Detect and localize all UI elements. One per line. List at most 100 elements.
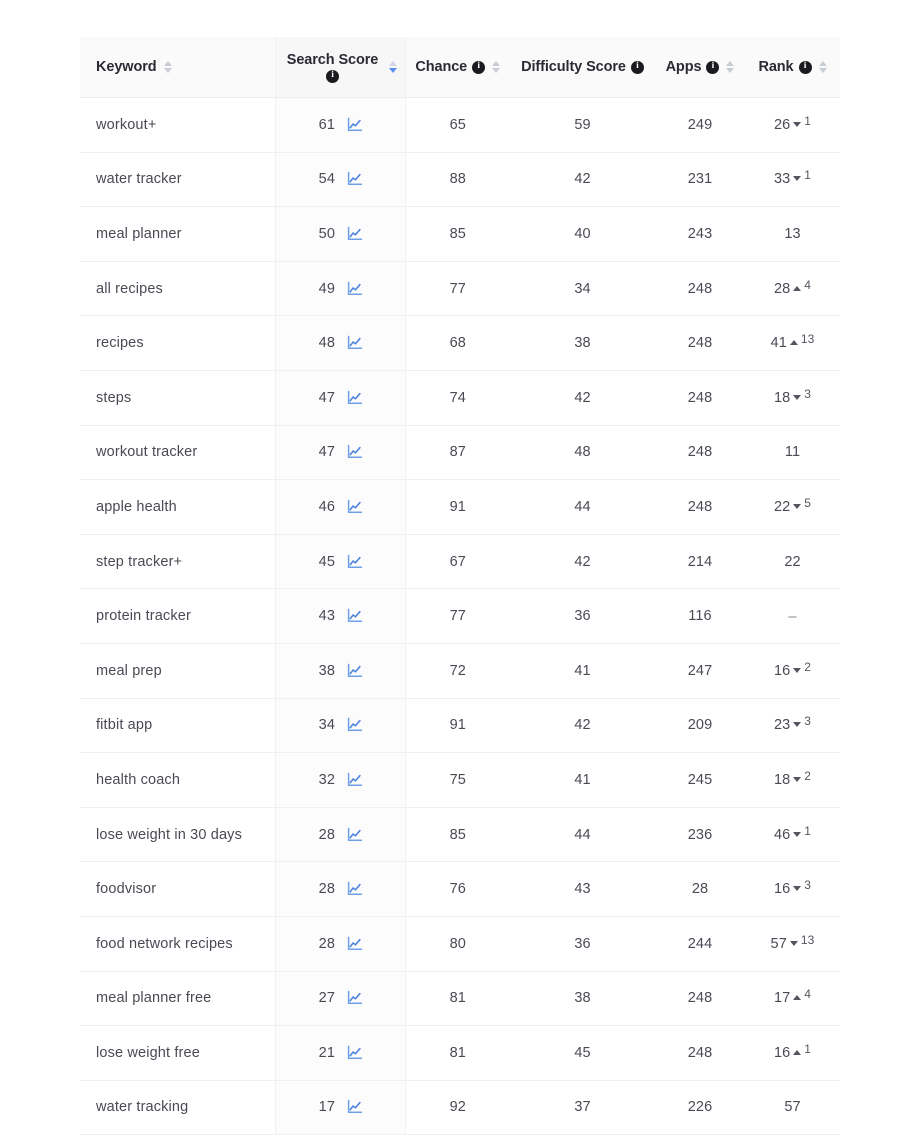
line-chart-icon[interactable] <box>347 171 363 187</box>
info-icon-search-score[interactable]: i <box>326 69 339 83</box>
table-row[interactable]: protein tracker 43 77 36 116 – <box>80 588 840 644</box>
line-chart-icon[interactable] <box>347 499 363 515</box>
line-chart-icon[interactable] <box>347 117 363 133</box>
cell-apps: 248 <box>655 425 745 481</box>
rank-value: 16 <box>773 881 791 898</box>
line-chart-icon[interactable] <box>347 226 363 242</box>
line-chart-icon[interactable] <box>347 881 363 897</box>
cell-difficulty-score: 43 <box>510 861 655 917</box>
column-header-chance[interactable]: Chance i <box>405 37 510 98</box>
rank-value: 11 <box>784 444 801 461</box>
triangle-down-icon <box>793 831 802 837</box>
line-chart-icon[interactable] <box>347 717 363 733</box>
cell-keyword[interactable]: workout tracker <box>80 425 275 481</box>
line-chart-icon[interactable] <box>347 1099 363 1115</box>
column-header-apps[interactable]: Apps i <box>655 37 745 98</box>
column-header-rank[interactable]: Rank i <box>745 37 840 98</box>
info-icon-rank[interactable]: i <box>798 60 812 74</box>
line-chart-icon[interactable] <box>347 827 363 843</box>
cell-apps: 244 <box>655 916 745 972</box>
column-header-search-score[interactable]: Search Score i <box>274 37 406 98</box>
search-score-value: 34 <box>318 717 335 734</box>
cell-rank: 46 1 <box>745 807 840 863</box>
sort-arrows-icon-keyword[interactable] <box>163 61 172 73</box>
info-icon-difficulty-score[interactable]: i <box>630 60 644 74</box>
cell-keyword[interactable]: foodvisor <box>80 861 275 917</box>
table-row[interactable]: all recipes 49 77 34 248 28 4 <box>80 261 840 317</box>
cell-keyword[interactable]: meal prep <box>80 643 275 699</box>
cell-difficulty-score: 37 <box>510 1080 655 1136</box>
search-score-value: 48 <box>318 335 335 352</box>
sort-arrows-icon-rank[interactable] <box>818 61 827 73</box>
cell-keyword[interactable]: health coach <box>80 752 275 808</box>
table-row[interactable]: lose weight free 21 81 45 248 16 1 <box>80 1025 840 1081</box>
cell-keyword[interactable]: lose weight in 30 days <box>80 807 275 863</box>
cell-difficulty-score: 42 <box>510 152 655 208</box>
line-chart-icon[interactable] <box>347 936 363 952</box>
cell-chance: 74 <box>405 370 510 426</box>
sort-arrows-icon-chance[interactable] <box>492 61 501 73</box>
cell-keyword[interactable]: recipes <box>80 315 275 371</box>
column-header-keyword[interactable]: Keyword <box>80 37 275 98</box>
cell-apps: 248 <box>655 971 745 1027</box>
table-row[interactable]: water tracking 17 92 37 226 57 <box>80 1080 840 1136</box>
table-row[interactable]: foodvisor 28 76 43 28 16 3 <box>80 861 840 917</box>
rank-empty-placeholder: – <box>788 607 797 625</box>
line-chart-icon[interactable] <box>347 281 363 297</box>
table-row[interactable]: step tracker+ 45 67 42 214 22 <box>80 534 840 590</box>
table-row[interactable]: meal prep 38 72 41 247 16 2 <box>80 643 840 699</box>
table-row[interactable]: water tracker 54 88 42 231 33 1 <box>80 152 840 208</box>
cell-chance: 76 <box>405 861 510 917</box>
table-row[interactable]: workout+ 61 65 59 249 26 1 <box>80 97 840 153</box>
cell-keyword[interactable]: lose weight free <box>80 1025 275 1081</box>
table-row[interactable]: meal planner free 27 81 38 248 17 4 <box>80 971 840 1027</box>
table-row[interactable]: steps 47 74 42 248 18 3 <box>80 370 840 426</box>
table-row[interactable]: workout tracker 47 87 48 248 11 <box>80 425 840 481</box>
line-chart-icon[interactable] <box>347 335 363 351</box>
line-chart-icon[interactable] <box>347 444 363 460</box>
table-row[interactable]: recipes 48 68 38 248 41 13 <box>80 315 840 371</box>
table-header-row: Keyword Search Score i Chance i Difficul… <box>80 37 840 98</box>
search-score-value: 27 <box>318 990 335 1007</box>
cell-search-score: 27 <box>274 971 406 1027</box>
line-chart-icon[interactable] <box>347 772 363 788</box>
cell-rank: 26 1 <box>745 97 840 153</box>
cell-keyword[interactable]: workout+ <box>80 97 275 153</box>
search-score-value: 17 <box>318 1099 335 1116</box>
cell-keyword[interactable]: meal planner free <box>80 971 275 1027</box>
line-chart-icon[interactable] <box>347 554 363 570</box>
table-row[interactable]: apple health 46 91 44 248 22 5 <box>80 479 840 535</box>
cell-keyword[interactable]: apple health <box>80 479 275 535</box>
line-chart-icon[interactable] <box>347 990 363 1006</box>
line-chart-icon[interactable] <box>347 663 363 679</box>
column-header-difficulty-score[interactable]: Difficulty Score i <box>510 37 655 98</box>
line-chart-icon[interactable] <box>347 1045 363 1061</box>
triangle-down-icon <box>793 121 802 127</box>
cell-keyword[interactable]: water tracking <box>80 1080 275 1136</box>
table-row[interactable]: fitbit app 34 91 42 209 23 3 <box>80 698 840 754</box>
cell-apps: 248 <box>655 315 745 371</box>
table-row[interactable]: food network recipes 28 80 36 244 57 13 <box>80 916 840 972</box>
cell-difficulty-score: 42 <box>510 370 655 426</box>
sort-arrows-icon-search-score[interactable] <box>388 61 397 73</box>
cell-keyword[interactable]: water tracker <box>80 152 275 208</box>
rank-delta-value: 2 <box>804 768 812 783</box>
line-chart-icon[interactable] <box>347 608 363 624</box>
info-icon-chance[interactable]: i <box>472 60 486 74</box>
sort-arrows-icon-apps[interactable] <box>726 61 735 73</box>
cell-keyword[interactable]: protein tracker <box>80 588 275 644</box>
cell-keyword[interactable]: all recipes <box>80 261 275 317</box>
cell-keyword[interactable]: steps <box>80 370 275 426</box>
cell-keyword[interactable]: food network recipes <box>80 916 275 972</box>
triangle-down-icon <box>793 667 802 673</box>
column-header-chance-label: Chance <box>415 58 468 75</box>
line-chart-icon[interactable] <box>347 390 363 406</box>
table-row[interactable]: health coach 32 75 41 245 18 2 <box>80 752 840 808</box>
info-icon-apps[interactable]: i <box>706 60 720 74</box>
cell-keyword[interactable]: fitbit app <box>80 698 275 754</box>
rank-delta-value: 1 <box>804 823 812 838</box>
table-row[interactable]: meal planner 50 85 40 243 13 <box>80 206 840 262</box>
cell-keyword[interactable]: step tracker+ <box>80 534 275 590</box>
table-row[interactable]: lose weight in 30 days 28 85 44 236 46 1 <box>80 807 840 863</box>
cell-keyword[interactable]: meal planner <box>80 206 275 262</box>
